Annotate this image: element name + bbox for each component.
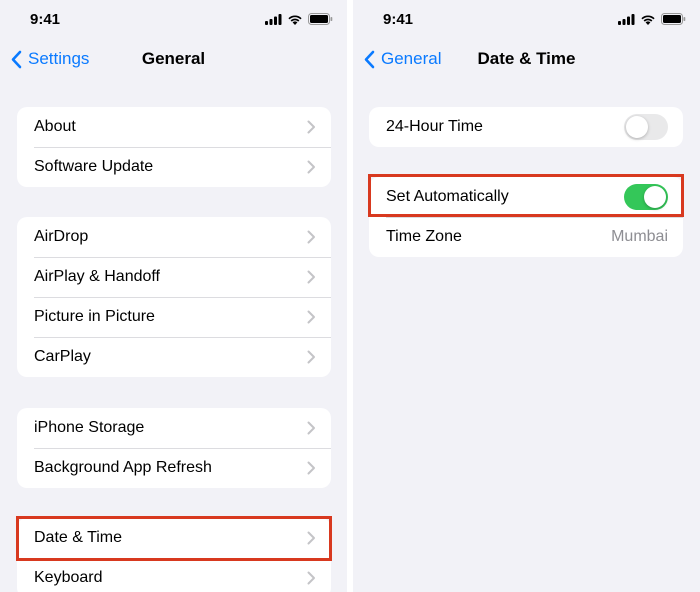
- status-bar: 9:41: [353, 0, 700, 40]
- row-label: AirDrop: [34, 228, 89, 245]
- wifi-icon: [641, 14, 655, 25]
- chevron-right-icon: [307, 531, 315, 545]
- settings-group: AirDrop AirPlay & Handoff Picture in Pic…: [17, 217, 331, 377]
- row-label: Picture in Picture: [34, 308, 155, 325]
- row-label: Time Zone: [386, 228, 462, 245]
- row-label: Keyboard: [34, 569, 103, 586]
- chevron-right-icon: [307, 270, 315, 284]
- row-label: AirPlay & Handoff: [34, 268, 160, 285]
- wifi-icon: [288, 14, 302, 25]
- row-label: 24-Hour Time: [386, 118, 483, 135]
- row-date-time[interactable]: Date & Time: [17, 518, 331, 558]
- toggle-knob: [644, 186, 666, 208]
- signal-icon: [265, 13, 282, 25]
- row-label: CarPlay: [34, 348, 91, 365]
- row-airplay-handoff[interactable]: AirPlay & Handoff: [17, 257, 331, 297]
- row-airdrop[interactable]: AirDrop: [17, 217, 331, 257]
- nav-bar: General Date & Time: [353, 40, 700, 78]
- chevron-right-icon: [307, 160, 315, 174]
- chevron-right-icon: [307, 350, 315, 364]
- row-label: Background App Refresh: [34, 459, 212, 476]
- battery-icon: [661, 13, 686, 25]
- status-time: 9:41: [30, 11, 61, 28]
- page-title: Date & Time: [477, 49, 576, 68]
- row-background-app-refresh[interactable]: Background App Refresh: [17, 448, 331, 488]
- row-software-update[interactable]: Software Update: [17, 147, 331, 187]
- toggle-knob: [626, 116, 648, 138]
- row-picture-in-picture[interactable]: Picture in Picture: [17, 297, 331, 337]
- row-set-automatically: Set Automatically: [369, 177, 683, 217]
- nav-bar: Settings General: [0, 40, 347, 78]
- chevron-right-icon: [307, 571, 315, 585]
- set-automatically-toggle[interactable]: [624, 184, 668, 210]
- page-title: General: [141, 49, 206, 68]
- chevron-right-icon: [307, 230, 315, 244]
- status-icons: [618, 13, 686, 25]
- row-keyboard[interactable]: Keyboard: [17, 558, 331, 592]
- row-label: About: [34, 118, 76, 135]
- status-bar: 9:41: [0, 0, 347, 40]
- row-about[interactable]: About: [17, 107, 331, 147]
- settings-group: About Software Update: [17, 107, 331, 187]
- time-zone-value: Mumbai: [611, 228, 668, 245]
- row-time-zone[interactable]: Time Zone Mumbai: [369, 217, 683, 257]
- chevron-right-icon: [307, 461, 315, 475]
- chevron-right-icon: [307, 310, 315, 324]
- chevron-right-icon: [307, 421, 315, 435]
- chevron-right-icon: [307, 120, 315, 134]
- row-label: Set Automatically: [386, 188, 509, 205]
- settings-group: 24-Hour Time: [369, 107, 683, 147]
- row-iphone-storage[interactable]: iPhone Storage: [17, 408, 331, 448]
- hour24-toggle[interactable]: [624, 114, 668, 140]
- date-time-screen: 9:41 General Date & Time 24-Hour Time Se…: [353, 0, 700, 592]
- status-icons: [265, 13, 333, 25]
- row-label: iPhone Storage: [34, 419, 145, 436]
- row-carplay[interactable]: CarPlay: [17, 337, 331, 377]
- settings-group: Date & Time Keyboard: [17, 518, 331, 592]
- settings-group: Set Automatically Time Zone Mumbai: [369, 177, 683, 257]
- general-screen: 9:41 Settings General About Software Upd…: [0, 0, 347, 592]
- battery-icon: [308, 13, 333, 25]
- row-label: Software Update: [34, 158, 154, 175]
- signal-icon: [618, 13, 635, 25]
- status-time: 9:41: [383, 11, 414, 28]
- row-24-hour-time: 24-Hour Time: [369, 107, 683, 147]
- settings-group: iPhone Storage Background App Refresh: [17, 408, 331, 488]
- row-label: Date & Time: [34, 529, 123, 546]
